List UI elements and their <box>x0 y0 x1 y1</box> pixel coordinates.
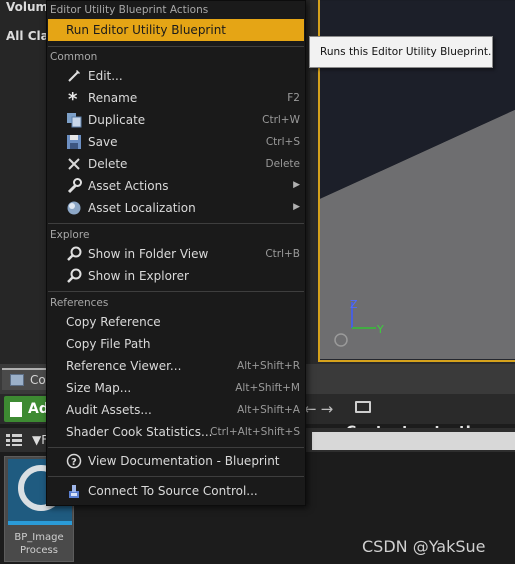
svg-text:*: * <box>68 90 78 106</box>
shortcut-label: Ctrl+S <box>265 136 300 148</box>
save-icon <box>67 135 81 149</box>
search-input[interactable] <box>312 432 515 450</box>
menu-item-label: Save <box>88 135 118 149</box>
asset-name: BP_Image Process <box>5 531 73 557</box>
menu-item-asset-actions[interactable]: Asset Actions ▶ <box>48 175 304 197</box>
run-item-label: Run Editor Utility Blueprint <box>66 23 227 37</box>
edit-icon <box>68 70 80 82</box>
content-browser-icon <box>10 374 24 386</box>
section-header-blueprint-actions: Editor Utility Blueprint Actions <box>50 4 209 16</box>
menu-item-label: Audit Assets... <box>66 403 152 417</box>
wrench-icon <box>67 178 82 194</box>
context-menu: Editor Utility Blueprint Actions Run Edi… <box>46 0 306 506</box>
shortcut-label: F2 <box>287 92 300 104</box>
rename-icon: * <box>68 90 78 106</box>
watermark: CSDN @YakSue <box>362 537 486 556</box>
menu-item-save[interactable]: Save Ctrl+S <box>48 131 304 153</box>
menu-item-label: Edit... <box>88 69 123 83</box>
menu-item-copy-file-path[interactable]: Copy File Path <box>48 333 304 355</box>
menu-item-label: Reference Viewer... <box>66 359 182 373</box>
menu-item-shader-cook-statistics[interactable]: Shader Cook Statistics... Ctrl+Alt+Shift… <box>48 421 304 443</box>
submenu-arrow-icon: ▶ <box>293 202 300 212</box>
menu-item-copy-reference[interactable]: Copy Reference <box>48 311 304 333</box>
menu-item-label: Shader Cook Statistics... <box>66 425 213 439</box>
menu-item-label: Delete <box>88 157 128 171</box>
axis-y-label: Y <box>376 323 384 336</box>
tooltip-text: Runs this Editor Utility Blueprint. <box>320 46 492 58</box>
axis-gizmo: Z Y <box>334 298 384 347</box>
magnifier-icon <box>67 268 82 283</box>
menu-item-connect-source-control[interactable]: Connect To Source Control... <box>48 480 304 502</box>
menu-item-label: Duplicate <box>88 113 146 127</box>
shortcut-label: Alt+Shift+R <box>237 360 300 372</box>
menu-item-audit-assets[interactable]: Audit Assets... Alt+Shift+A <box>48 399 304 421</box>
menu-item-label: Connect To Source Control... <box>88 484 258 498</box>
menu-item-label: Size Map... <box>66 381 132 395</box>
menu-item-duplicate[interactable]: Duplicate Ctrl+W <box>48 109 304 131</box>
new-document-icon <box>10 402 22 417</box>
sources-toggle-icon[interactable] <box>6 434 22 446</box>
section-header-references: References <box>50 297 109 309</box>
shortcut-label: Alt+Shift+A <box>237 404 300 416</box>
menu-item-label: Show in Folder View <box>88 247 209 261</box>
shortcut-label: Ctrl+Alt+Shift+S <box>210 426 300 438</box>
menu-item-reference-viewer[interactable]: Reference Viewer... Alt+Shift+R <box>48 355 304 377</box>
menu-item-delete[interactable]: Delete Delete <box>48 153 304 175</box>
menu-item-label: Show in Explorer <box>88 269 189 283</box>
menu-item-label: View Documentation - Blueprint <box>88 454 280 468</box>
folder-icon[interactable] <box>355 401 371 413</box>
submenu-arrow-icon: ▶ <box>293 180 300 190</box>
menu-item-rename[interactable]: * Rename F2 <box>48 87 304 109</box>
asset-name-line2: Process <box>20 545 58 556</box>
menu-item-label: Asset Localization <box>88 201 196 215</box>
menu-item-view-documentation[interactable]: ? View Documentation - Blueprint <box>48 450 304 472</box>
shortcut-label: Alt+Shift+M <box>235 382 300 394</box>
menu-item-label: Rename <box>88 91 138 105</box>
menu-item-size-map[interactable]: Size Map... Alt+Shift+M <box>48 377 304 399</box>
menu-divider <box>48 476 304 477</box>
shortcut-label: Ctrl+B <box>265 248 300 260</box>
run-editor-utility-blueprint-item[interactable]: Run Editor Utility Blueprint <box>48 19 304 41</box>
shortcut-label: Ctrl+W <box>262 114 300 126</box>
menu-divider <box>48 223 304 224</box>
menu-item-label: Copy File Path <box>66 337 151 351</box>
asset-name-line1: BP_Image <box>14 532 64 543</box>
breadcrumb: Content▶testIma <box>346 396 515 440</box>
section-header-explore: Explore <box>50 229 90 241</box>
tooltip: Runs this Editor Utility Blueprint. <box>309 36 493 68</box>
globe-icon <box>67 201 81 215</box>
menu-item-asset-localization[interactable]: Asset Localization ▶ <box>48 197 304 219</box>
menu-item-label: Asset Actions <box>88 179 169 193</box>
menu-item-edit[interactable]: Edit... <box>48 65 304 87</box>
help-icon: ? <box>66 453 82 469</box>
svg-text:?: ? <box>71 457 77 468</box>
menu-item-show-in-explorer[interactable]: Show in Explorer <box>48 265 304 287</box>
magnifier-icon <box>67 246 82 261</box>
menu-item-label: Copy Reference <box>66 315 161 329</box>
duplicate-icon <box>67 113 82 128</box>
delete-icon <box>68 158 80 170</box>
section-header-common: Common <box>50 51 98 63</box>
source-control-icon <box>69 485 79 498</box>
tab-content-browser-label: Co <box>30 373 46 387</box>
menu-divider <box>48 46 304 47</box>
add-new-button[interactable]: Ad <box>4 396 50 422</box>
funnel-icon: ▼ <box>32 433 42 447</box>
axis-z-label: Z <box>350 298 358 311</box>
menu-divider <box>48 447 304 448</box>
menu-item-show-in-folder-view[interactable]: Show in Folder View Ctrl+B <box>48 243 304 265</box>
tab-content-browser[interactable]: Co <box>2 368 52 390</box>
shortcut-label: Delete <box>265 158 301 170</box>
history-nav-arrows[interactable]: ←→ <box>304 400 337 418</box>
asset-type-bar <box>8 521 72 525</box>
menu-divider <box>48 291 304 292</box>
